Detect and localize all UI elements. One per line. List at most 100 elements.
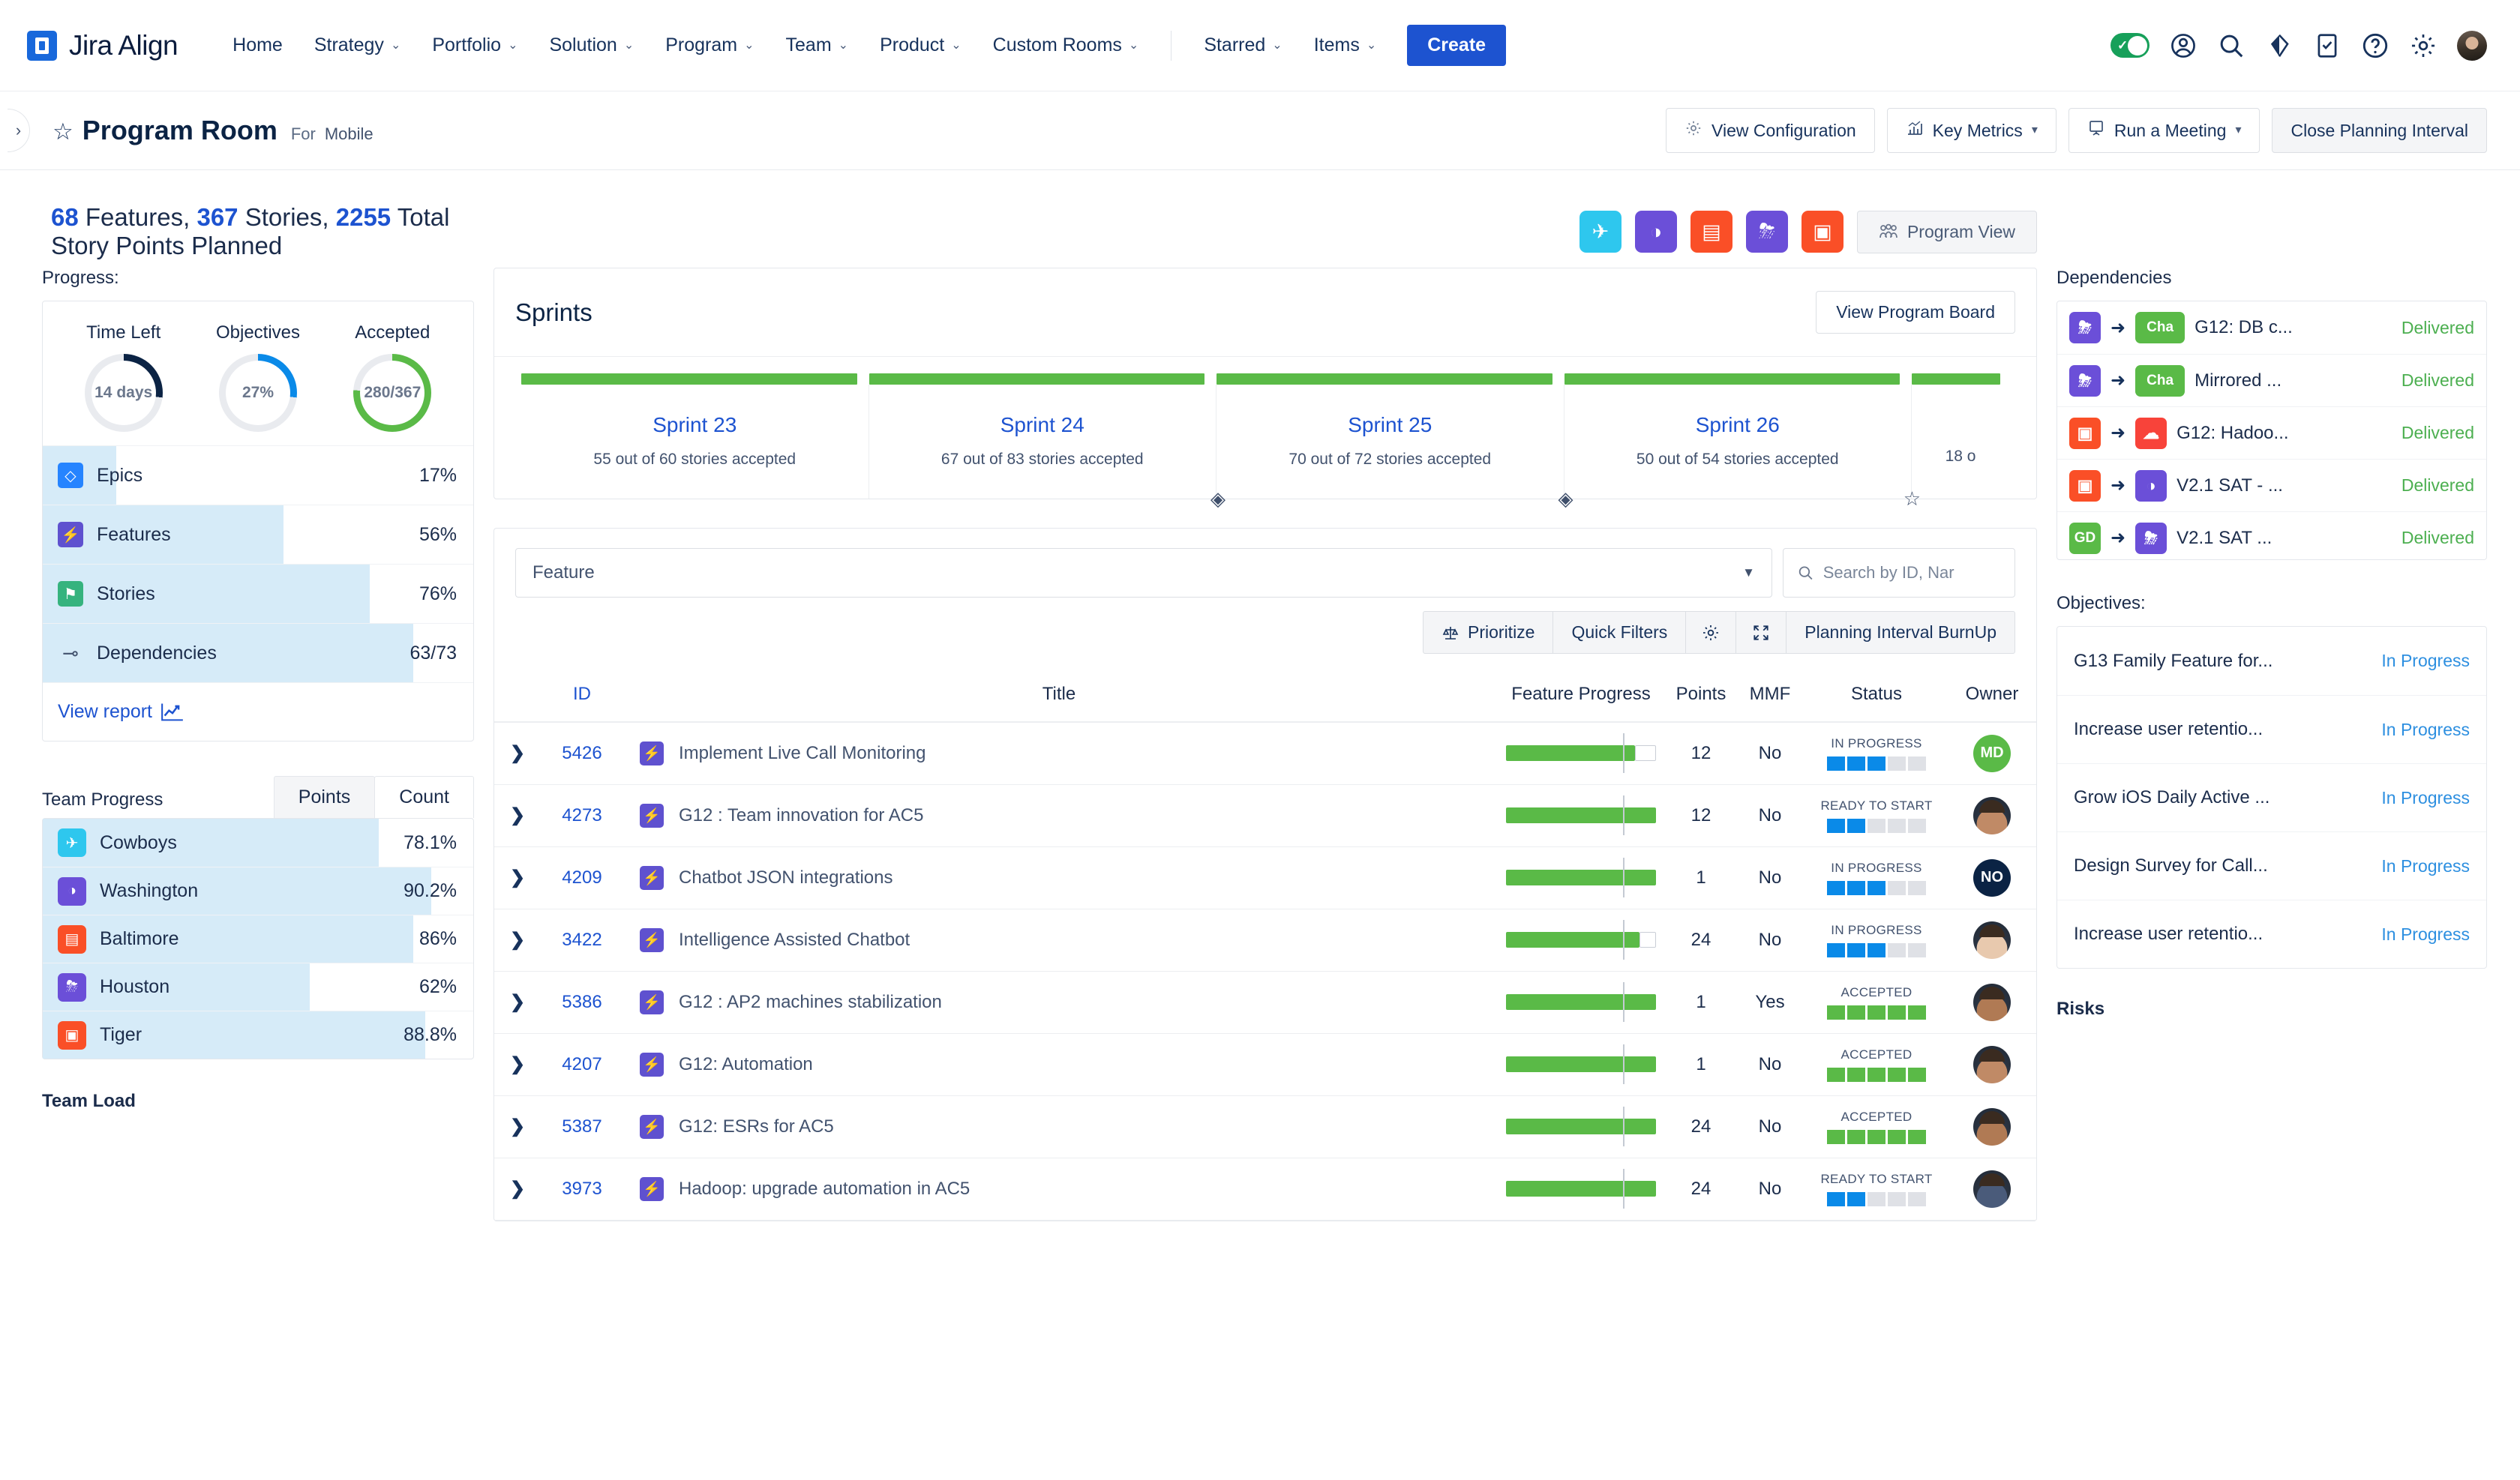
owner-avatar[interactable] (1973, 1107, 2011, 1146)
dependency-name[interactable]: V2.1 SAT - ... (2176, 475, 2392, 496)
objective-name[interactable]: Increase user retentio... (2074, 719, 2371, 740)
nav-item-solution[interactable]: Solution ⌄ (533, 27, 650, 64)
feature-toggle-switch[interactable]: ✓ (2110, 33, 2150, 58)
objective-name[interactable]: G13 Family Feature for... (2074, 651, 2371, 672)
table-row[interactable]: ❯ 4273 ⚡ G12 : Team innovation for AC5 12 No R… (494, 784, 2036, 847)
row-id-link[interactable]: 3422 (541, 909, 623, 972)
row-title[interactable]: Chatbot JSON integrations (679, 867, 892, 888)
nav-item-team[interactable]: Team ⌄ (770, 27, 865, 64)
view-program-board-button[interactable]: View Program Board (1816, 291, 2015, 334)
nav-item-program[interactable]: Program ⌄ (650, 27, 770, 64)
expand-row-chevron[interactable]: ❯ (494, 1158, 541, 1221)
dependency-row[interactable]: ⛈ ➜ Cha Mirrored ... Delivered (2057, 354, 2486, 406)
table-row[interactable]: ❯ 5386 ⚡ G12 : AP2 machines stabilization 1 Y… (494, 971, 2036, 1034)
nav-item-home[interactable]: Home (217, 27, 298, 64)
account-icon[interactable] (2169, 31, 2198, 60)
objective-row[interactable]: Increase user retentio... In Progress (2057, 695, 2486, 763)
team-progress-row[interactable]: ▣ Tiger 88.8% (43, 1011, 473, 1059)
app-logo[interactable]: Jira Align (27, 30, 178, 61)
search-input[interactable] (1822, 563, 2001, 583)
houston-team-icon[interactable]: ⛈ (1745, 211, 1788, 253)
column-header-owner[interactable]: Owner (1948, 670, 2036, 723)
row-title[interactable]: G12: Automation (679, 1054, 813, 1075)
row-title[interactable]: G12 : Team innovation for AC5 (679, 805, 923, 826)
nav-item-starred[interactable]: Starred ⌄ (1188, 27, 1298, 64)
gear-icon[interactable] (2409, 31, 2438, 60)
table-row[interactable]: ❯ 3973 ⚡ Hadoop: upgrade automation in AC5 2… (494, 1158, 2036, 1221)
header-button-close-planning-interval[interactable]: Close Planning Interval (2272, 108, 2487, 153)
sprint-name[interactable]: Sprint 25 (1222, 413, 1558, 437)
nav-item-items[interactable]: Items ⌄ (1298, 27, 1393, 64)
dependency-row[interactable]: ▣ ➜ ☁ G12: Hadoo... Delivered (2057, 406, 2486, 459)
owner-avatar[interactable]: NO (1973, 858, 2011, 897)
column-header-title[interactable]: Title (623, 670, 1495, 723)
dependency-name[interactable]: V2.1 SAT ... (2176, 528, 2392, 549)
objective-name[interactable]: Design Survey for Call... (2074, 855, 2371, 876)
progress-row-stories[interactable]: ⚑ Stories 76% (43, 564, 473, 623)
baltimore-team-icon[interactable]: ▤ (1690, 211, 1732, 253)
sprint-name[interactable]: Sprint 26 (1570, 413, 1906, 437)
expand-row-chevron[interactable]: ❯ (494, 846, 541, 909)
row-title[interactable]: Hadoop: upgrade automation in AC5 (679, 1179, 970, 1200)
nav-item-custom-rooms[interactable]: Custom Rooms ⌄ (977, 27, 1155, 64)
tool-gear-icon[interactable] (1685, 611, 1737, 654)
expand-row-chevron[interactable]: ❯ (494, 971, 541, 1034)
team-progress-row[interactable]: ◑ Washington 90.2% (43, 867, 473, 915)
create-button[interactable]: Create (1407, 25, 1507, 66)
objective-row[interactable]: Design Survey for Call... In Progress (2057, 831, 2486, 900)
user-avatar[interactable] (2457, 30, 2487, 61)
washington-team-icon[interactable]: ◑ (1634, 211, 1677, 253)
row-title[interactable]: G12 : AP2 machines stabilization (679, 992, 942, 1013)
nav-item-portfolio[interactable]: Portfolio ⌄ (416, 27, 533, 64)
objective-row[interactable]: Grow iOS Daily Active ... In Progress (2057, 763, 2486, 831)
column-header-status[interactable]: Status (1805, 670, 1948, 723)
column-header-mmf[interactable]: MMF (1735, 670, 1805, 723)
objective-row[interactable]: G13 Family Feature for... In Progress (2057, 627, 2486, 695)
owner-avatar[interactable] (1973, 921, 2011, 959)
row-id-link[interactable]: 5387 (541, 1095, 623, 1158)
team-progress-row[interactable]: ✈ Cowboys 78.1% (43, 819, 473, 867)
row-id-link[interactable]: 3973 (541, 1158, 623, 1221)
program-view-button[interactable]: Program View (1856, 210, 2037, 253)
owner-avatar[interactable] (1973, 1170, 2011, 1208)
expand-row-chevron[interactable]: ❯ (494, 1033, 541, 1096)
row-id-link[interactable]: 5426 (541, 722, 623, 785)
row-title[interactable]: Implement Live Call Monitoring (679, 743, 926, 764)
owner-avatar[interactable] (1973, 983, 2011, 1021)
owner-avatar[interactable] (1973, 1045, 2011, 1083)
column-header-feature-progress[interactable]: Feature Progress (1495, 670, 1667, 723)
objective-name[interactable]: Increase user retentio... (2074, 924, 2371, 945)
progress-row-epics[interactable]: ◇ Epics 17% (43, 445, 473, 505)
team-progress-tab-points[interactable]: Points (273, 776, 376, 818)
tiger-team-icon[interactable]: ▣ (1801, 211, 1844, 253)
search-box[interactable] (1783, 548, 2015, 598)
cowboys-team-icon[interactable]: ✈ (1579, 211, 1622, 253)
nav-item-product[interactable]: Product ⌄ (864, 27, 977, 64)
dependency-row[interactable]: ▣ ➜ ◑ V2.1 SAT - ... Delivered (2057, 459, 2486, 511)
help-icon[interactable] (2361, 31, 2390, 60)
tool-prioritize[interactable]: Prioritize (1423, 611, 1554, 654)
tool-quick-filters[interactable]: Quick Filters (1552, 611, 1687, 654)
dependency-name[interactable]: G12: Hadoo... (2176, 423, 2392, 444)
dependency-row[interactable]: GD ➜ ⛈ V2.1 SAT ... Delivered (2057, 511, 2486, 559)
header-button-view-configuration[interactable]: View Configuration (1666, 108, 1875, 153)
row-id-link[interactable]: 4207 (541, 1033, 623, 1096)
view-report-link[interactable]: View report (43, 682, 473, 741)
dependency-name[interactable]: Mirrored ... (2194, 370, 2392, 391)
team-progress-row[interactable]: ⛈ Houston 62% (43, 963, 473, 1011)
search-icon[interactable] (2217, 31, 2246, 60)
table-row[interactable]: ❯ 4207 ⚡ G12: Automation 1 No ACCEPTED (494, 1033, 2036, 1096)
expand-row-chevron[interactable]: ❯ (494, 909, 541, 972)
table-row[interactable]: ❯ 5387 ⚡ G12: ESRs for AC5 24 No ACCEPTED (494, 1095, 2036, 1158)
row-title[interactable]: Intelligence Assisted Chatbot (679, 930, 910, 951)
column-header-expand[interactable] (494, 670, 541, 723)
row-title[interactable]: G12: ESRs for AC5 (679, 1116, 834, 1137)
sprint-name[interactable]: Sprint 24 (875, 413, 1210, 437)
header-button-run-a-meeting[interactable]: Run a Meeting ▾ (2068, 108, 2260, 153)
column-header-points[interactable]: Points (1667, 670, 1735, 723)
row-id-link[interactable]: 5386 (541, 971, 623, 1034)
column-header-id[interactable]: ID (541, 670, 623, 723)
star-icon[interactable]: ☆ (52, 120, 74, 143)
owner-avatar[interactable] (1973, 796, 2011, 834)
progress-row-features[interactable]: ⚡ Features 56% (43, 505, 473, 564)
